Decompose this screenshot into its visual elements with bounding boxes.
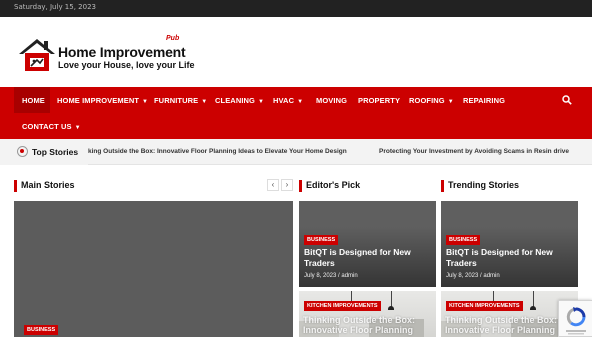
nav-item-roofing[interactable]: ROOFING ▼	[409, 96, 454, 105]
chevron-down-icon: ▼	[142, 99, 149, 105]
card-title[interactable]: BitQT is Designed for New Traders	[446, 247, 571, 269]
logo-tagline: Love your House, love your Life	[58, 60, 195, 70]
card-title[interactable]: Thinking Outside the Box: Innovative Flo…	[445, 315, 573, 335]
pendant-lamp-icon	[533, 291, 534, 307]
nav-item-furniture[interactable]: FURNITURE ▼	[154, 96, 207, 105]
chevron-down-icon: ▼	[74, 125, 81, 131]
nav-item-home-improvement[interactable]: HOME IMPROVEMENT ▼	[57, 96, 148, 105]
category-badge[interactable]: KITCHEN IMPROVEMENTS	[446, 301, 523, 311]
live-dot-icon	[17, 146, 28, 157]
nav-item-label: MOVING	[316, 96, 348, 105]
main-story-card[interactable]: BUSINESS	[14, 201, 293, 337]
category-badge[interactable]: BUSINESS	[24, 325, 59, 335]
nav-item-repairing[interactable]: REPAIRING	[463, 96, 505, 105]
site-logo[interactable]: Home Improvement Pub Love your House, lo…	[16, 35, 216, 75]
category-badge[interactable]: BUSINESS	[446, 235, 481, 245]
ticker-label-box: Top Stories	[0, 139, 88, 165]
nav-item-home[interactable]: HOME	[22, 96, 45, 105]
heading-accent-bar	[441, 180, 444, 192]
pendant-lamp-icon	[530, 306, 536, 310]
section-title: Editor's Pick	[306, 180, 361, 190]
editors-pick-heading: Editor's Pick	[299, 180, 429, 192]
nav-item-label: FURNITURE	[154, 96, 199, 105]
section-title: Trending Stories	[448, 180, 520, 190]
logo-superscript: Pub	[166, 35, 180, 42]
section-title: Main Stories	[21, 180, 75, 190]
chevron-down-icon: ▼	[297, 99, 304, 105]
card-meta: July 8, 2023 / admin	[446, 273, 500, 279]
logo-title: Home Improvement	[58, 44, 186, 60]
category-badge[interactable]: BUSINESS	[304, 235, 339, 245]
card-title[interactable]: Thinking Outside the Box: Innovative Flo…	[303, 315, 431, 335]
main-navigation: HOME HOME IMPROVEMENT ▼ FURNITURE ▼ CLEANI…	[0, 87, 592, 139]
search-icon[interactable]	[562, 95, 572, 105]
nav-item-label: HVAC	[273, 96, 295, 105]
ticker-label: Top Stories	[32, 147, 79, 157]
current-date: Saturday, July 15, 2023	[14, 3, 96, 11]
editors-pick-card[interactable]: BUSINESS BitQT is Designed for New Trade…	[299, 201, 436, 287]
trending-stories-heading: Trending Stories	[441, 180, 581, 192]
top-bar: Saturday, July 15, 2023	[0, 0, 592, 17]
nav-item-moving[interactable]: MOVING	[316, 96, 347, 105]
card-title[interactable]: BitQT is Designed for New Traders	[304, 247, 429, 269]
nav-item-label: HOME	[22, 96, 45, 105]
heading-accent-bar	[299, 180, 302, 192]
slider-prev-button[interactable]: ‹	[267, 179, 279, 191]
pendant-lamp-icon	[388, 306, 394, 310]
recaptcha-icon	[566, 307, 586, 335]
nav-item-property[interactable]: PROPERTY	[358, 96, 400, 105]
nav-item-hvac[interactable]: HVAC ▼	[273, 96, 303, 105]
site-header: Home Improvement Pub Love your House, lo…	[0, 17, 592, 87]
main-stories-heading: Main Stories	[14, 180, 214, 192]
category-badge[interactable]: KITCHEN IMPROVEMENTS	[304, 301, 381, 311]
ticker-story-link[interactable]: king Outside the Box: Innovative Floor P…	[88, 148, 347, 155]
ticker-story-link[interactable]: Protecting Your Investment by Avoiding S…	[379, 148, 569, 155]
recaptcha-badge[interactable]	[558, 300, 592, 337]
nav-item-cleaning[interactable]: CLEANING ▼	[215, 96, 264, 105]
editors-pick-card[interactable]: Thinking Outside the Box: Innovative Flo…	[299, 291, 436, 337]
nav-item-contact-us[interactable]: CONTACT US ▼	[22, 122, 81, 131]
chevron-down-icon: ▼	[447, 99, 454, 105]
nav-item-label: REPAIRING	[463, 96, 506, 105]
nav-item-label: PROPERTY	[358, 96, 401, 105]
nav-item-label: HOME IMPROVEMENT	[57, 96, 140, 105]
house-logo-icon	[19, 39, 55, 71]
pendant-lamp-icon	[391, 291, 392, 307]
nav-item-label: CONTACT US	[22, 122, 72, 131]
trending-story-card[interactable]: BUSINESS BitQT is Designed for New Trade…	[441, 201, 578, 287]
card-meta: July 8, 2023 / admin	[304, 273, 358, 279]
chevron-down-icon: ▼	[257, 99, 265, 105]
ticker-track: king Outside the Box: Innovative Floor P…	[88, 139, 592, 165]
top-stories-ticker: king Outside the Box: Innovative Floor P…	[0, 139, 592, 165]
slider-next-button[interactable]: ›	[281, 179, 293, 191]
heading-accent-bar	[14, 180, 17, 192]
nav-item-label: ROOFING	[409, 96, 445, 105]
nav-item-label: CLEANING	[215, 96, 255, 105]
chevron-down-icon: ▼	[201, 99, 208, 105]
